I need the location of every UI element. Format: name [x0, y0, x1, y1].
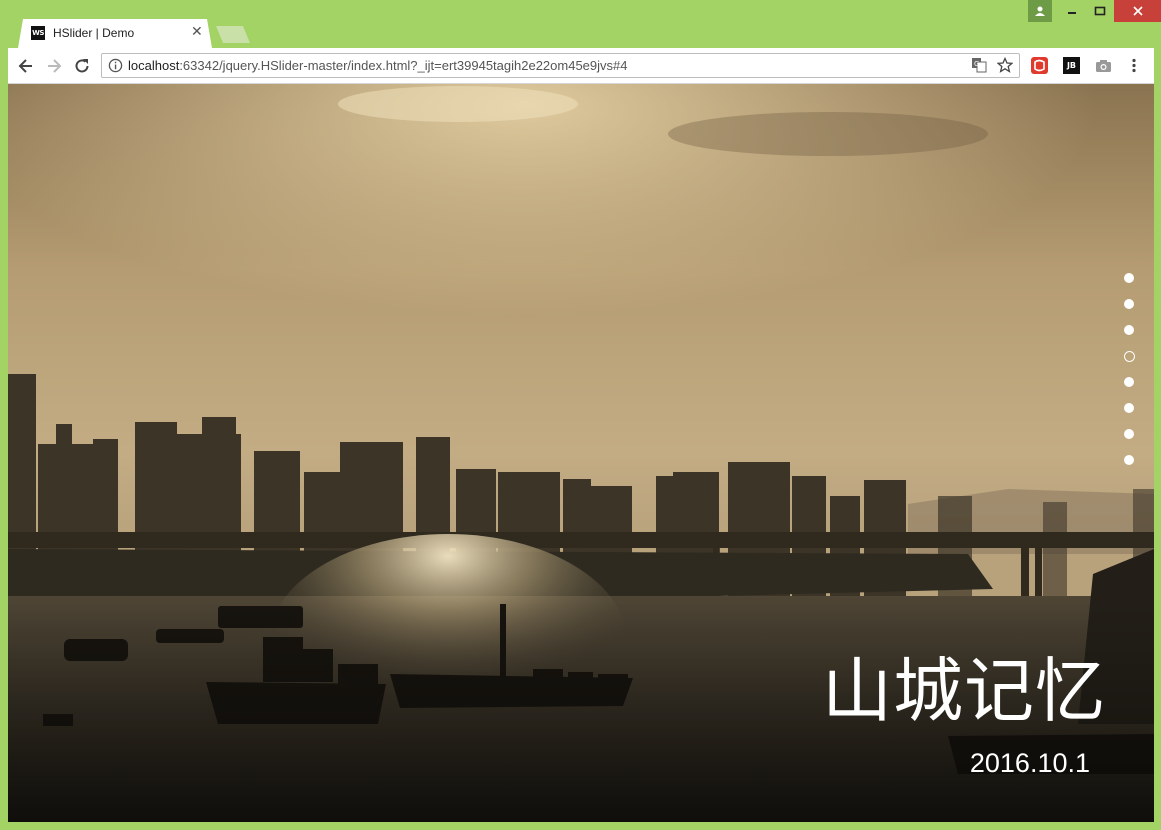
- slide-title: 山城记忆: [822, 650, 1106, 732]
- jetbrains-extension-icon[interactable]: JB: [1063, 57, 1080, 74]
- slider-dot-5[interactable]: [1124, 377, 1134, 387]
- slider-dot-4-active[interactable]: [1123, 351, 1135, 362]
- address-bar[interactable]: localhost:63342/jquery.HSlider-master/in…: [101, 53, 1020, 78]
- red-extension-icon[interactable]: [1031, 57, 1048, 74]
- url-host: localhost: [128, 58, 180, 73]
- info-icon[interactable]: [108, 58, 123, 73]
- slider-dot-7[interactable]: [1124, 429, 1134, 439]
- menu-icon[interactable]: [1129, 57, 1139, 74]
- slider-dot-2[interactable]: [1124, 299, 1134, 309]
- user-profile-button[interactable]: [1028, 0, 1052, 22]
- forward-icon[interactable]: [45, 57, 63, 75]
- browser-toolbar: localhost:63342/jquery.HSlider-master/in…: [8, 48, 1154, 84]
- slider-dot-3[interactable]: [1124, 325, 1134, 335]
- webstorm-favicon-icon: WS: [31, 26, 45, 40]
- tab-hslider-demo[interactable]: WS HSlider | Demo ✕: [18, 19, 212, 48]
- user-icon: [1035, 6, 1045, 16]
- url-text[interactable]: localhost:63342/jquery.HSlider-master/in…: [128, 58, 627, 73]
- tab-close-icon[interactable]: ✕: [191, 24, 203, 40]
- slide-date: 2016.10.1: [969, 748, 1090, 778]
- url-path: :63342/jquery.HSlider-master/index.html?…: [179, 58, 628, 73]
- slider-dot-1[interactable]: [1124, 273, 1134, 283]
- tab-title: HSlider | Demo: [53, 26, 135, 40]
- camera-icon[interactable]: [1095, 57, 1112, 74]
- new-tab-button[interactable]: [216, 26, 250, 43]
- svg-text:G: G: [974, 60, 979, 68]
- slider-dot-6[interactable]: [1124, 403, 1134, 413]
- slider-viewport: 山城记忆 2016.10.1: [8, 84, 1154, 822]
- maximize-icon: [1094, 6, 1106, 16]
- back-icon[interactable]: [17, 57, 35, 75]
- window-controls: [1028, 0, 1161, 22]
- minimize-icon: [1068, 12, 1076, 14]
- slider-dot-8[interactable]: [1124, 455, 1134, 465]
- close-icon: [1132, 6, 1143, 16]
- star-icon[interactable]: [997, 57, 1013, 73]
- maximize-button[interactable]: [1086, 0, 1114, 22]
- reload-icon[interactable]: [73, 57, 91, 75]
- translate-icon[interactable]: G: [971, 57, 987, 73]
- browser-window: WS HSlider | Demo ✕ localhost:63342/jque…: [0, 0, 1161, 830]
- minimize-button[interactable]: [1058, 0, 1086, 22]
- omnibox-actions: G: [971, 57, 1013, 73]
- close-button[interactable]: [1114, 0, 1161, 22]
